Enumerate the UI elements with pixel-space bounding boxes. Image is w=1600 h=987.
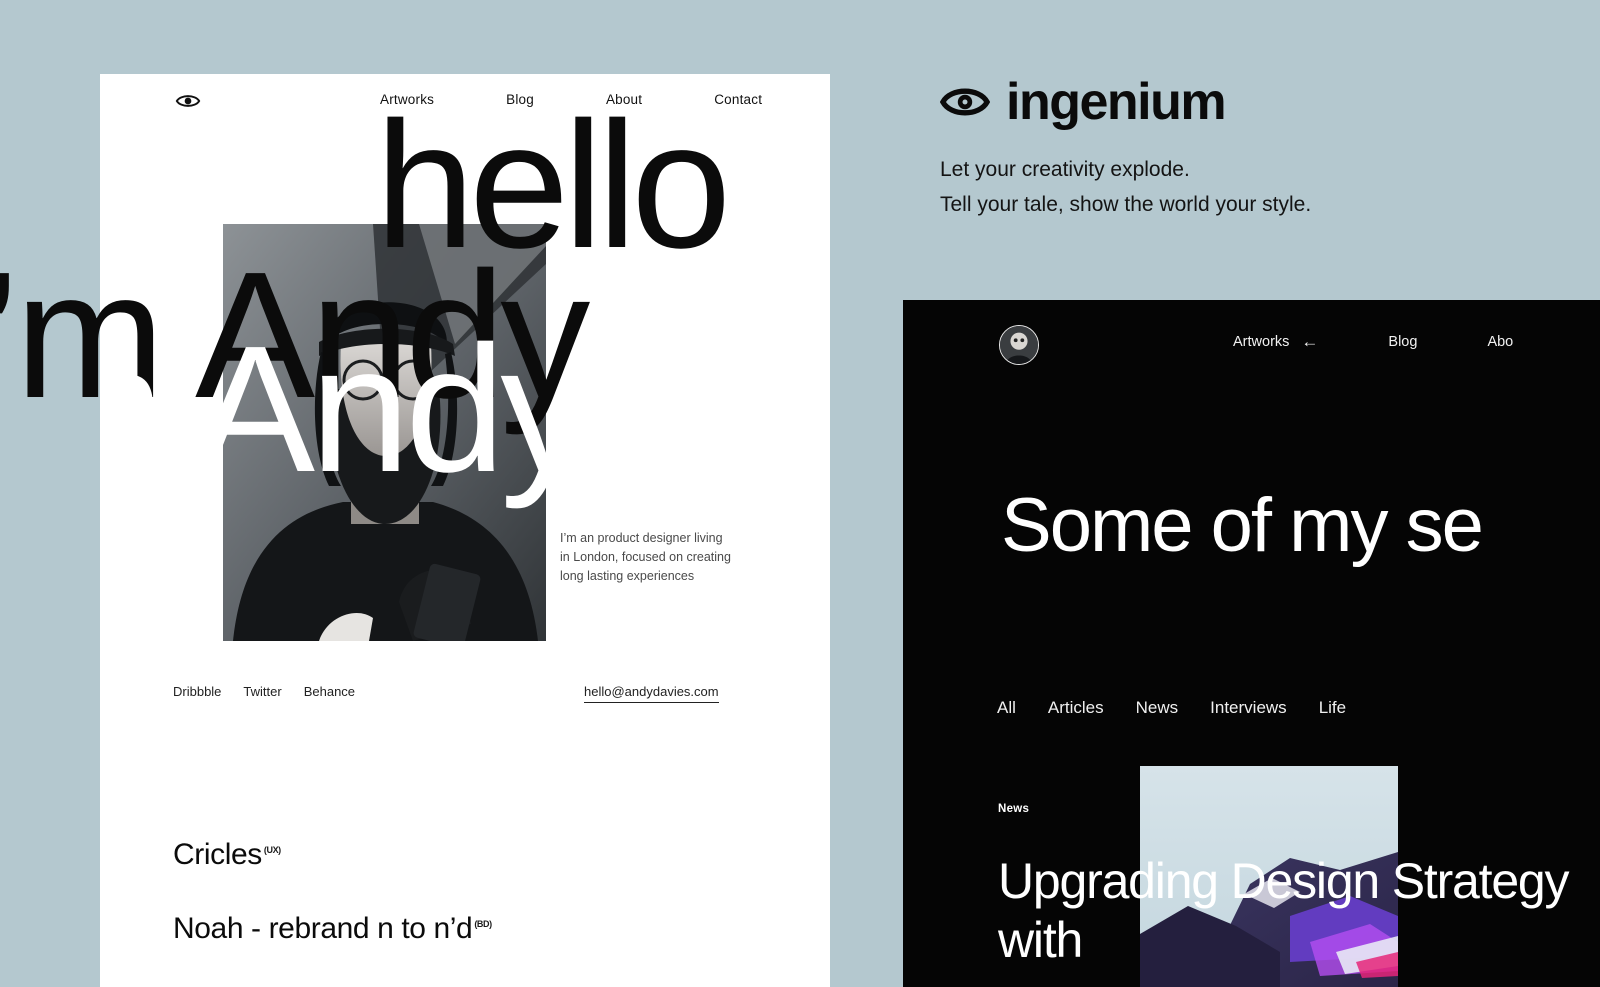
nav-item-artworks-label: Artworks <box>1233 333 1290 350</box>
project-title: Noah - rebrand n to n’d <box>173 912 473 945</box>
eye-icon[interactable] <box>173 86 203 116</box>
tagline-line-2: Tell your tale, show the world your styl… <box>940 193 1312 217</box>
nav-item-about[interactable]: About <box>606 92 642 107</box>
nav-item-about[interactable]: Abo <box>1487 334 1513 350</box>
nav-item-blog[interactable]: Blog <box>506 92 534 107</box>
nav-item-blog[interactable]: Blog <box>1388 334 1417 350</box>
filter-tab-life[interactable]: Life <box>1319 698 1346 718</box>
filter-tab-news[interactable]: News <box>1136 698 1179 718</box>
project-tag: (UX) <box>263 845 281 855</box>
project-tag: (BD) <box>474 919 492 929</box>
project-title: Cricles <box>173 838 262 871</box>
social-link-twitter[interactable]: Twitter <box>243 684 281 699</box>
blog-navbar: Artworks ← Blog Abo <box>1233 333 1513 350</box>
filter-tab-interviews[interactable]: Interviews <box>1210 698 1287 718</box>
brand-name: ingenium <box>1006 73 1227 131</box>
portfolio-card-content: Artworks Blog About Contact I’m an produ… <box>100 74 830 987</box>
filter-tab-articles[interactable]: Articles <box>1048 698 1104 718</box>
eye-icon <box>939 77 991 127</box>
blog-filter-tabs: All Articles News Interviews Life <box>997 698 1346 718</box>
article-title[interactable]: Upgrading Design Strategy with <box>998 852 1600 970</box>
nav-item-blog-label: Blog <box>1388 333 1418 350</box>
filter-tab-all[interactable]: All <box>997 698 1016 718</box>
nav-item-artworks[interactable]: Artworks ← <box>1233 333 1318 350</box>
nav-item-artworks[interactable]: Artworks <box>380 92 434 107</box>
tagline-line-1: Let your creativity explode. <box>940 158 1190 181</box>
portfolio-card: Artworks Blog About Contact I’m an produ… <box>100 74 830 987</box>
project-item[interactable]: Noah - rebrand n to n’d (BD) <box>173 912 492 946</box>
email-link[interactable]: hello@andydavies.com <box>584 684 719 703</box>
social-link-dribbble[interactable]: Dribbble <box>173 684 221 699</box>
avatar[interactable] <box>999 325 1039 365</box>
nav-item-contact[interactable]: Contact <box>714 92 762 107</box>
bio-text: I’m an product designer living in London… <box>560 531 731 583</box>
brand-tagline: Let your creativity explode. Tell your t… <box>940 152 1311 223</box>
article-category-badge: News <box>998 803 1030 815</box>
blog-heading: Some of my se <box>1001 483 1484 568</box>
project-item[interactable]: Cricles (UX) <box>173 838 281 872</box>
nav-item-about-label: Abo <box>1487 333 1514 350</box>
brand-lockup: ingenium <box>939 72 1227 132</box>
portrait-photo <box>223 224 546 641</box>
blog-card: Artworks ← Blog Abo Some of my se All Ar… <box>903 300 1600 987</box>
portfolio-nav-links: Artworks Blog About Contact <box>380 92 762 107</box>
social-links: Dribbble Twitter Behance <box>173 684 355 699</box>
arrow-left-icon: ← <box>1301 332 1319 351</box>
portfolio-navbar: Artworks Blog About Contact <box>100 74 830 130</box>
social-link-behance[interactable]: Behance <box>304 684 355 699</box>
